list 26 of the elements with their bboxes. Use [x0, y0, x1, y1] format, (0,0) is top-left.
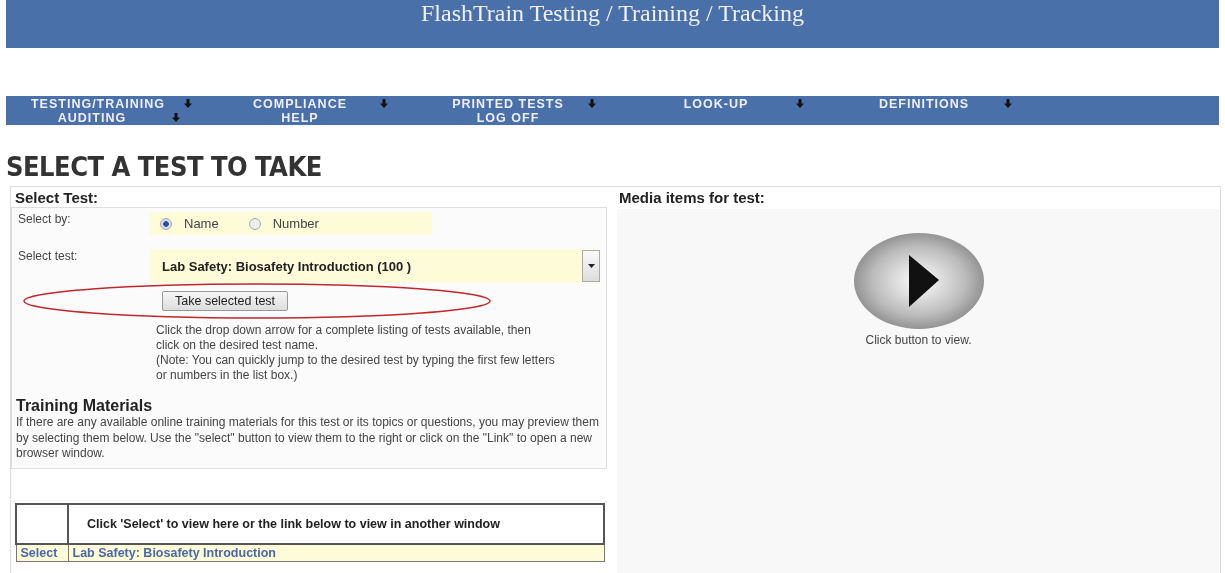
table-header: Click 'Select' to view here or the link below to view in another window: [68, 503, 604, 544]
menu-item[interactable]: AUDITING: [12, 110, 220, 125]
training-description: If there are any available online training materials for this test or its topics or questions, you may preview them by selecting them below. Use the "select" button to view them to the right or click on the "Link" to open a new browser window.: [15, 415, 600, 462]
section-title: Training Materials: [16, 397, 154, 415]
menu-item[interactable]: COMPLIANCE: [220, 96, 428, 111]
menu-item[interactable]: HELP: [220, 110, 428, 125]
field-label: Select test:: [18, 249, 79, 265]
menu-item[interactable]: LOOK-UP: [636, 96, 844, 111]
play-icon[interactable]: [851, 231, 986, 331]
menu-item[interactable]: LOG OFF: [428, 110, 636, 125]
caret-icon: [587, 264, 595, 268]
panel-title: Select Test:: [14, 188, 100, 207]
menu-item[interactable]: DEFINITIONS: [844, 96, 1052, 111]
radio-option[interactable]: Name: [160, 216, 219, 231]
radio-option[interactable]: Number: [248, 216, 319, 231]
field-label: Select by:: [18, 212, 72, 228]
menu-item[interactable]: PRINTED TESTS: [428, 96, 636, 111]
menu-item[interactable]: TESTING/TRAINING: [12, 96, 220, 111]
panel-title: Media items for test:: [618, 188, 766, 207]
help-text: (Note: You can quickly jump to the desired test by typing the first few letters or numbers in the list box.): [156, 353, 556, 383]
help-text: Click the drop down arrow for a complete listing of tests available, then click on the desired test name.: [156, 323, 532, 353]
page-title: SELECT A TEST TO TAKE: [6, 151, 323, 182]
test-dropdown[interactable]: Lab Safety: Biosafety Introduction (100 ): [150, 249, 600, 283]
media-caption: Click button to view.: [865, 333, 972, 347]
app-title: FlashTrain Testing / Training / Tracking: [420, 0, 805, 26]
take-test-button[interactable]: Take selected test: [162, 291, 289, 311]
